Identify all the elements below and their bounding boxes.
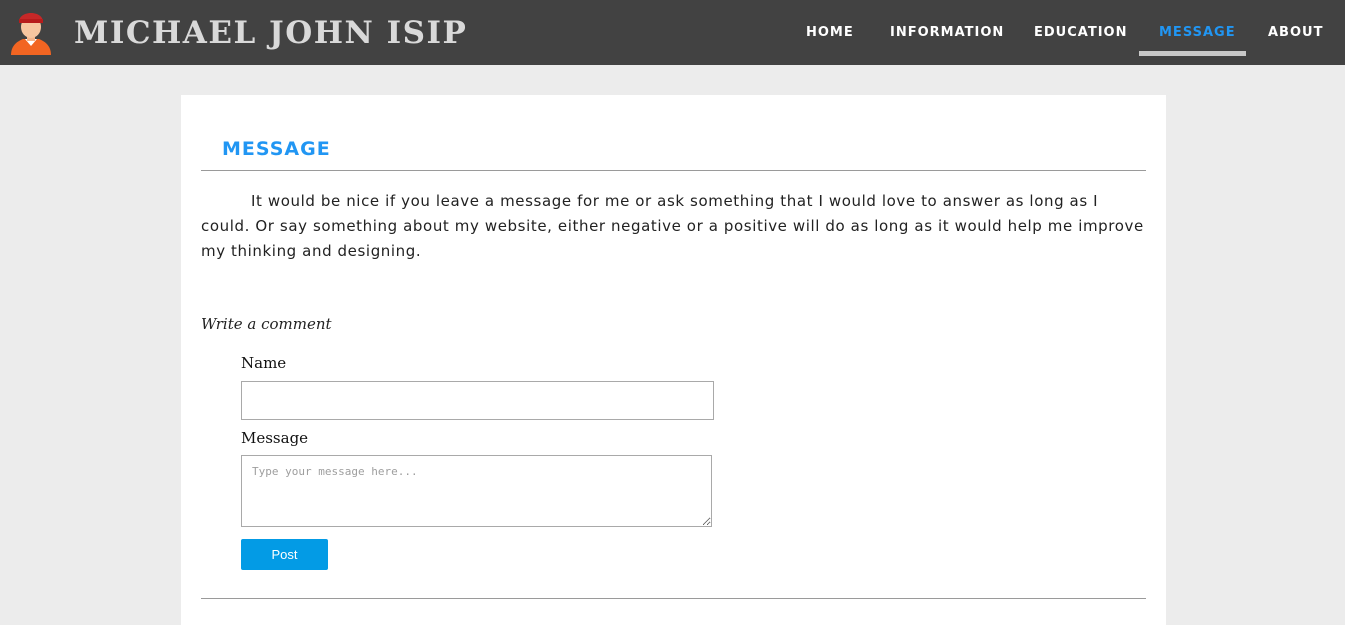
message-textarea[interactable] bbox=[241, 455, 712, 527]
nav-item-education[interactable]: EDUCATION bbox=[1034, 24, 1127, 42]
heading-divider bbox=[201, 170, 1146, 171]
intro-paragraph: It would be nice if you leave a message … bbox=[201, 192, 1144, 260]
nav-item-message[interactable]: MESSAGE bbox=[1159, 24, 1236, 42]
nav-item-home[interactable]: HOME bbox=[806, 24, 854, 42]
person-avatar-icon bbox=[11, 13, 51, 55]
nav-item-about[interactable]: ABOUT bbox=[1268, 24, 1323, 42]
form-bottom-divider bbox=[201, 598, 1146, 599]
top-navigation-bar: MICHAEL JOHN ISIP HOME INFORMATION EDUCA… bbox=[0, 0, 1345, 65]
name-label: Name bbox=[241, 354, 287, 372]
name-input[interactable] bbox=[241, 381, 714, 420]
active-nav-indicator bbox=[1139, 51, 1246, 56]
nav-item-information[interactable]: INFORMATION bbox=[890, 24, 1004, 42]
comment-form-title: Write a comment bbox=[201, 315, 332, 333]
site-title[interactable]: MICHAEL JOHN ISIP bbox=[74, 13, 467, 53]
page-title: MESSAGE bbox=[222, 138, 331, 160]
message-label: Message bbox=[241, 429, 309, 447]
message-card: MESSAGE It would be nice if you leave a … bbox=[181, 95, 1166, 625]
post-button[interactable]: Post bbox=[241, 539, 328, 570]
